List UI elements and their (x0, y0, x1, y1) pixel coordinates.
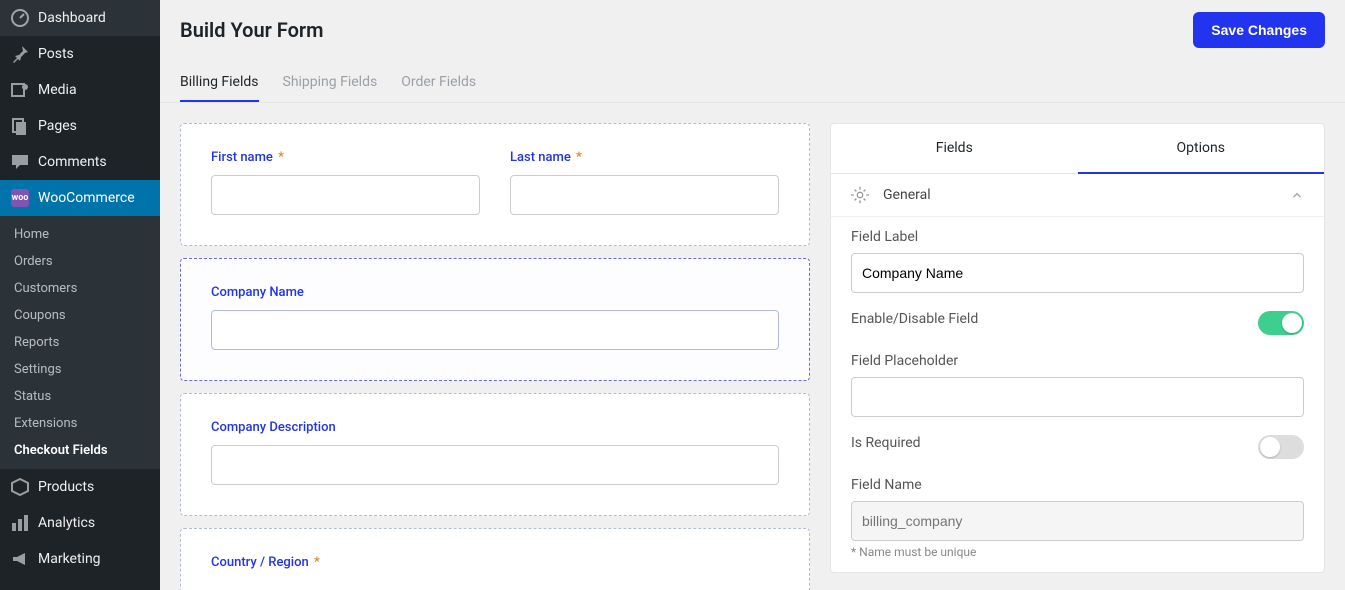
woo-icon: woo (10, 188, 30, 208)
admin-sidebar: Dashboard Posts Media Pages Comments woo… (0, 0, 160, 590)
menu-marketing[interactable]: Marketing (0, 541, 160, 577)
company-name-input[interactable] (211, 310, 779, 350)
menu-label: Posts (38, 46, 74, 62)
submenu-checkout-fields[interactable]: Checkout Fields (0, 437, 160, 464)
menu-label: Media (38, 82, 77, 98)
gear-icon (851, 186, 869, 204)
field-block-selected[interactable]: Company Name (180, 258, 810, 381)
option-label: Field Label (851, 229, 1304, 245)
submenu-reports[interactable]: Reports (0, 329, 160, 356)
field-label: Country / Region * (211, 555, 779, 570)
panel-tab-fields[interactable]: Fields (831, 124, 1078, 174)
topbar: Build Your Form Save Changes (160, 0, 1345, 48)
submenu-orders[interactable]: Orders (0, 248, 160, 275)
section-body: Field Label Enable/Disable Field Field P… (831, 217, 1324, 572)
submenu-coupons[interactable]: Coupons (0, 302, 160, 329)
option-label: Field Placeholder (851, 353, 1304, 369)
field-label-input[interactable] (851, 253, 1304, 293)
form-tabs: Billing Fields Shipping Fields Order Fie… (160, 48, 1345, 103)
field-label: Last name * (510, 150, 779, 165)
option-label: Enable/Disable Field (851, 311, 978, 327)
menu-label: Pages (38, 118, 77, 134)
panel-tab-options[interactable]: Options (1078, 124, 1325, 174)
menu-label: Products (38, 479, 94, 495)
menu-label: WooCommerce (38, 190, 135, 206)
save-button[interactable]: Save Changes (1193, 12, 1325, 48)
section-general-header[interactable]: General (831, 174, 1324, 217)
box-icon (10, 477, 30, 497)
field-block[interactable]: Country / Region * (180, 528, 810, 590)
field-label: Company Name (211, 285, 779, 300)
company-description-input[interactable] (211, 445, 779, 485)
field-label: First name * (211, 150, 480, 165)
form-builder: First name * Last name * Company Name Co… (180, 123, 810, 573)
tab-order[interactable]: Order Fields (401, 74, 476, 102)
tab-shipping[interactable]: Shipping Fields (283, 74, 378, 102)
submenu-home[interactable]: Home (0, 221, 160, 248)
options-panel: Fields Options General Field Label Enabl… (830, 123, 1325, 573)
option-label: Field Name (851, 477, 1304, 493)
pages-icon (10, 116, 30, 136)
submenu-settings[interactable]: Settings (0, 356, 160, 383)
menu-label: Dashboard (38, 10, 106, 26)
submenu-customers[interactable]: Customers (0, 275, 160, 302)
option-label: Is Required (851, 435, 921, 451)
menu-analytics[interactable]: Analytics (0, 505, 160, 541)
menu-posts[interactable]: Posts (0, 36, 160, 72)
field-block[interactable]: First name * Last name * (180, 123, 810, 246)
menu-products[interactable]: Products (0, 469, 160, 505)
field-placeholder-input[interactable] (851, 377, 1304, 417)
field-label: Company Description (211, 420, 779, 435)
section-title: General (883, 187, 1290, 203)
field-name-input (851, 501, 1304, 541)
menu-woocommerce[interactable]: woo WooCommerce (0, 180, 160, 216)
first-name-input[interactable] (211, 175, 480, 215)
menu-dashboard[interactable]: Dashboard (0, 0, 160, 36)
submenu-status[interactable]: Status (0, 383, 160, 410)
chevron-up-icon (1290, 188, 1304, 202)
menu-media[interactable]: Media (0, 72, 160, 108)
comment-icon (10, 152, 30, 172)
dashboard-icon (10, 8, 30, 28)
bars-icon (10, 513, 30, 533)
required-toggle[interactable] (1258, 435, 1304, 459)
media-icon (10, 80, 30, 100)
content-area: Build Your Form Save Changes Billing Fie… (160, 0, 1345, 590)
menu-pages[interactable]: Pages (0, 108, 160, 144)
megaphone-icon (10, 549, 30, 569)
menu-label: Comments (38, 154, 107, 170)
menu-label: Marketing (38, 551, 101, 567)
submenu-extensions[interactable]: Extensions (0, 410, 160, 437)
help-text: * Name must be unique (851, 545, 1304, 559)
workspace: First name * Last name * Company Name Co… (160, 103, 1345, 590)
last-name-input[interactable] (510, 175, 779, 215)
pin-icon (10, 44, 30, 64)
menu-label: Analytics (38, 515, 95, 531)
enable-toggle[interactable] (1258, 311, 1304, 335)
page-title: Build Your Form (180, 18, 323, 42)
tab-billing[interactable]: Billing Fields (180, 74, 259, 102)
menu-comments[interactable]: Comments (0, 144, 160, 180)
woocommerce-submenu: Home Orders Customers Coupons Reports Se… (0, 216, 160, 469)
field-block[interactable]: Company Description (180, 393, 810, 516)
